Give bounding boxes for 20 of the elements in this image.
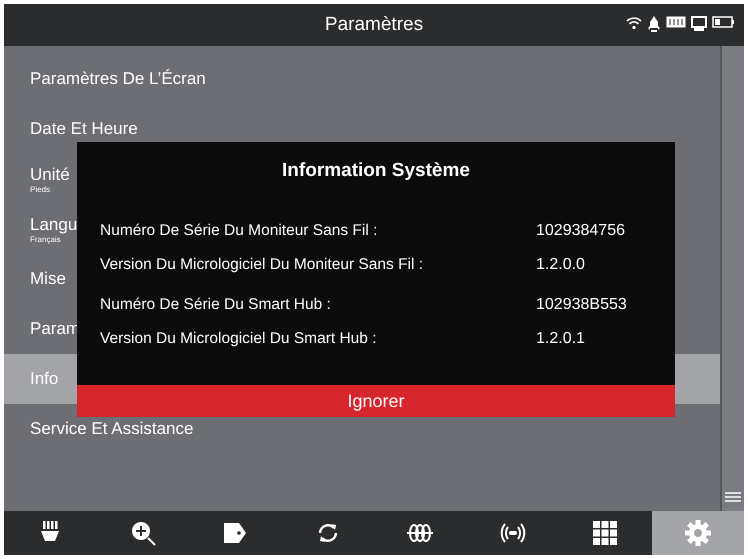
- info-label: Numéro De Série Du Smart Hub :: [100, 296, 332, 314]
- info-label: Numéro De Série Du Moniteur Sans Fil :: [100, 222, 378, 240]
- info-label: Version Du Micrologiciel Du Moniteur Sans Fil :: [100, 256, 424, 274]
- menu-label: Service Et Assistance: [30, 419, 194, 439]
- menu-label: Unité: [30, 164, 70, 184]
- info-label: Version Du Micrologiciel Du Smart Hub :: [100, 330, 378, 348]
- menu-value: Pieds: [30, 184, 50, 194]
- info-value: 1029384756: [536, 222, 626, 240]
- dialog-title: Information Système: [281, 159, 471, 183]
- menu-label: Langu: [30, 214, 78, 234]
- ignore-button[interactable]: Ignorer: [77, 385, 675, 417]
- info-value: 1.2.0.1: [536, 330, 586, 348]
- menu-item[interactable]: Paramètres De L’Écran: [4, 54, 720, 104]
- screen-title: Paramètres: [324, 14, 424, 36]
- menu-label: Info: [30, 369, 58, 389]
- menu-label: Paramètres De L’Écran: [30, 69, 206, 89]
- info-value: 102938B553: [536, 296, 628, 314]
- menu-label: Date Et Heure: [30, 119, 138, 139]
- menu-value: Français: [30, 234, 61, 244]
- info-value: 1.2.0.0: [536, 256, 586, 274]
